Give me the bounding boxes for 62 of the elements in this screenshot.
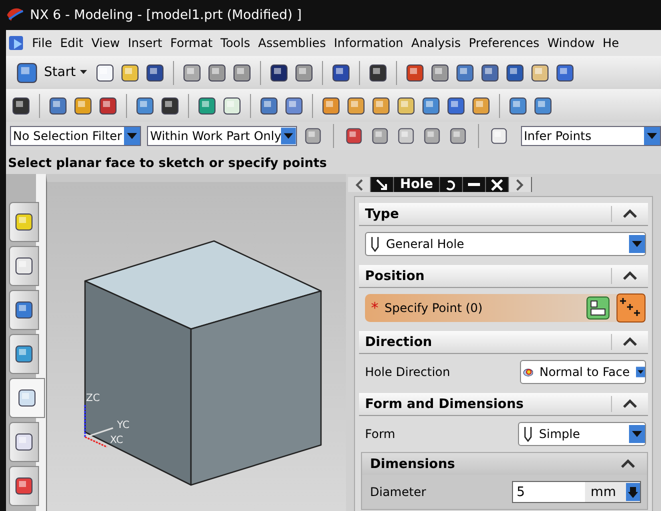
prompt-text: Select planar face to sketch or specify points xyxy=(8,154,327,170)
diameter-field[interactable]: 5 mm xyxy=(512,481,641,503)
window-title: NX 6 - Modeling - [model1.prt (Modified) ] xyxy=(30,8,302,22)
menu-item[interactable]: Edit xyxy=(56,36,88,50)
field-label: Form xyxy=(365,427,396,441)
menu-item[interactable]: File xyxy=(28,36,56,50)
hole-shape-icon xyxy=(523,426,533,442)
required-marker: * xyxy=(371,299,378,317)
reset-button[interactable] xyxy=(440,177,464,192)
type-dropdown[interactable]: General Hole xyxy=(365,232,646,256)
section-header[interactable]: Type xyxy=(359,203,648,226)
axis-label: ZC xyxy=(86,393,100,404)
resource-tab[interactable] xyxy=(9,422,39,462)
app-logo-icon xyxy=(6,7,24,23)
close-icon xyxy=(491,178,504,190)
arrow-icon xyxy=(376,178,388,190)
forward-button[interactable] xyxy=(509,177,532,192)
menu-item[interactable]: Format xyxy=(166,36,217,50)
point-markers-icon[interactable] xyxy=(616,293,646,323)
menu-item[interactable]: Assemblies xyxy=(254,36,330,50)
menu-item[interactable]: He xyxy=(598,36,624,50)
resource-tab[interactable] xyxy=(9,202,39,242)
specify-point-row[interactable]: * Specify Point (0) xyxy=(365,294,646,322)
menu-item[interactable]: View xyxy=(87,36,124,50)
minimize-button[interactable] xyxy=(463,177,486,192)
snap-dropdown[interactable]: Infer Points xyxy=(520,126,661,146)
dialog-title: Hole xyxy=(400,177,434,192)
resource-tab[interactable] xyxy=(9,466,39,506)
field-label: Hole Direction xyxy=(365,365,450,379)
chevron-right-icon xyxy=(516,178,524,190)
caret-icon xyxy=(80,70,87,75)
selection-filter-dropdown[interactable]: No Selection Filter xyxy=(10,126,142,146)
minimize-icon xyxy=(468,182,480,186)
menu-item[interactable]: Tools xyxy=(216,36,254,50)
chevron-left-icon xyxy=(355,178,363,190)
resource-tab[interactable] xyxy=(9,334,39,374)
hole-shape-icon xyxy=(370,236,380,252)
start-button[interactable]: Start xyxy=(10,58,91,88)
point-dialog-icon[interactable] xyxy=(586,296,610,320)
scope-dropdown[interactable]: Within Work Part Only xyxy=(147,126,298,146)
form-dropdown[interactable]: Simple xyxy=(518,422,646,446)
close-button[interactable] xyxy=(486,177,510,192)
section-header[interactable]: Position xyxy=(359,265,648,288)
back-button[interactable] xyxy=(348,177,371,192)
axis-label: YC xyxy=(117,420,130,431)
menu-item[interactable]: Insert xyxy=(124,36,166,50)
resource-tab[interactable] xyxy=(9,290,39,330)
direction-dropdown[interactable]: Normal to Face xyxy=(520,360,646,384)
field-label: Diameter xyxy=(370,485,426,499)
axis-label: XC xyxy=(110,435,124,446)
reset-icon xyxy=(445,178,458,190)
resource-tab[interactable] xyxy=(9,246,39,286)
menu-item[interactable]: Window xyxy=(543,36,599,50)
pin-button[interactable] xyxy=(371,177,394,192)
unit-dropdown[interactable]: mm xyxy=(584,482,640,502)
menu-item[interactable]: Analysis xyxy=(407,36,465,50)
resource-tab[interactable] xyxy=(9,378,45,418)
section-header[interactable]: Form and Dimensions xyxy=(359,393,648,416)
group-title: Dimensions xyxy=(370,456,455,472)
section-header[interactable]: Direction xyxy=(359,331,648,354)
menu-item[interactable]: Information xyxy=(330,36,408,50)
menu-item[interactable]: Preferences xyxy=(464,36,544,50)
